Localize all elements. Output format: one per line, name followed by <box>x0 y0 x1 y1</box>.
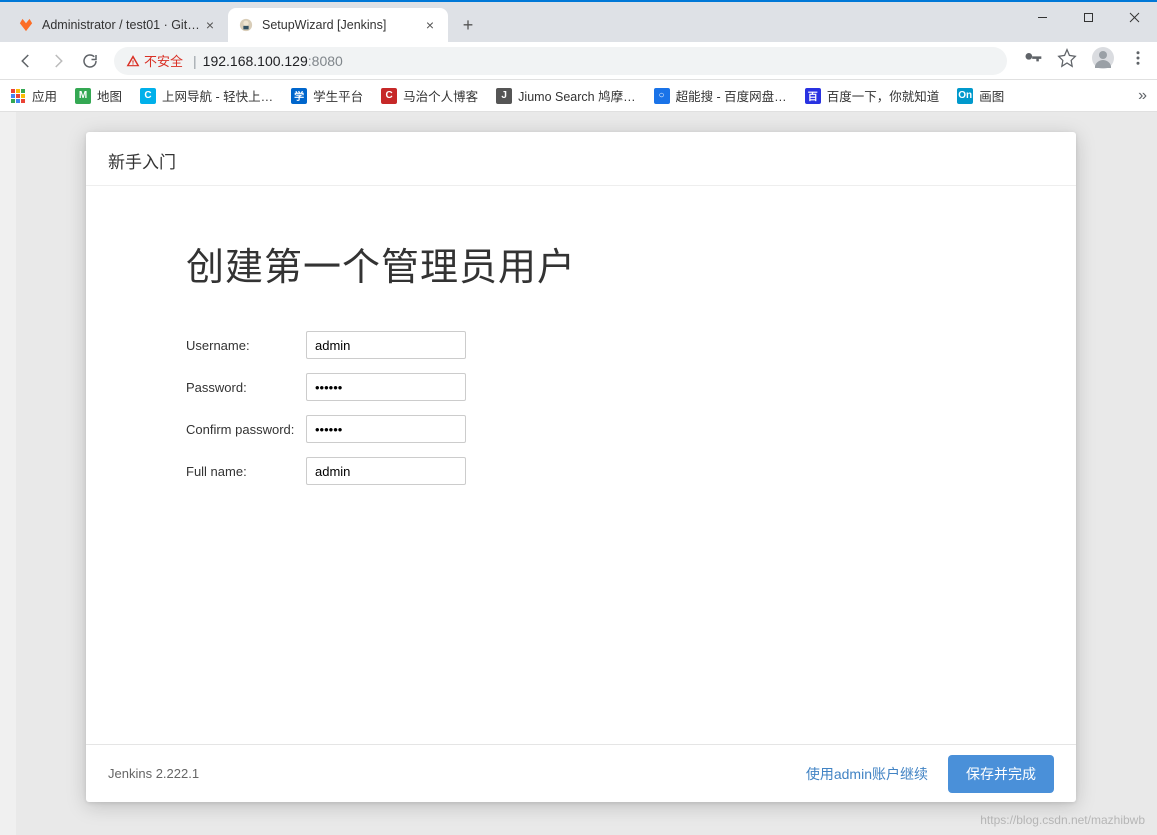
jenkins-icon <box>238 17 254 33</box>
bookmark-item[interactable]: M地图 <box>75 86 122 105</box>
modal-body: 创建第一个管理员用户 Username: Password: Confirm p… <box>86 186 1076 744</box>
address-bar: 不安全 | 192.168.100.129:8080 <box>0 42 1157 80</box>
bookmark-item[interactable]: C马治个人博客 <box>381 86 478 105</box>
bookmark-item[interactable]: C上网导航 - 轻快上… <box>140 86 273 105</box>
bookmarks-bar: 应用 M地图 C上网导航 - 轻快上… 学学生平台 C马治个人博客 JJiumo… <box>0 80 1157 112</box>
tab-jenkins[interactable]: SetupWizard [Jenkins] × <box>228 8 448 42</box>
fullname-label: Full name: <box>186 464 306 479</box>
key-icon[interactable] <box>1023 48 1043 73</box>
bookmark-item[interactable]: 百百度一下，你就知道 <box>805 86 940 105</box>
baidu-icon: 百 <box>805 88 821 104</box>
menu-icon[interactable] <box>1129 49 1147 72</box>
save-and-finish-button[interactable]: 保存并完成 <box>948 755 1054 793</box>
username-label: Username: <box>186 338 306 353</box>
tab-title: SetupWizard [Jenkins] <box>262 18 422 32</box>
omnibox[interactable]: 不安全 | 192.168.100.129:8080 <box>114 47 1007 75</box>
apps-icon <box>10 88 26 104</box>
map-icon: M <box>75 88 91 104</box>
modal-footer: Jenkins 2.222.1 使用admin账户继续 保存并完成 <box>86 744 1076 802</box>
bookmark-item[interactable]: 学学生平台 <box>291 86 363 105</box>
password-input[interactable] <box>306 373 466 401</box>
fullname-input[interactable] <box>306 457 466 485</box>
page-title: 创建第一个管理员用户 <box>186 236 976 291</box>
bookmarks-overflow-icon[interactable]: » <box>1138 87 1147 105</box>
star-icon[interactable] <box>1057 48 1077 73</box>
url-text: 192.168.100.129:8080 <box>203 53 343 69</box>
tab-gitlab[interactable]: Administrator / test01 · GitLab × <box>8 8 228 42</box>
page-content: 新手入门 创建第一个管理员用户 Username: Password: Conf… <box>16 112 1157 835</box>
gitlab-icon <box>18 17 34 33</box>
window-minimize-button[interactable] <box>1019 2 1065 32</box>
window-maximize-button[interactable] <box>1065 2 1111 32</box>
close-icon[interactable]: × <box>422 17 438 33</box>
new-tab-button[interactable]: + <box>454 11 482 39</box>
continue-as-admin-link[interactable]: 使用admin账户继续 <box>806 764 928 784</box>
nav-icon: C <box>140 88 156 104</box>
insecure-warning: 不安全 <box>126 51 183 70</box>
confirm-password-input[interactable] <box>306 415 466 443</box>
close-icon[interactable]: × <box>202 17 218 33</box>
tab-strip: Administrator / test01 · GitLab × SetupW… <box>0 2 1157 42</box>
setup-wizard-modal: 新手入门 创建第一个管理员用户 Username: Password: Conf… <box>86 132 1076 802</box>
blog-icon: C <box>381 88 397 104</box>
back-button[interactable] <box>10 45 42 77</box>
reload-button[interactable] <box>74 45 106 77</box>
bookmark-item[interactable]: ○超能搜 - 百度网盘… <box>654 86 787 105</box>
jenkins-version: Jenkins 2.222.1 <box>108 766 199 781</box>
student-icon: 学 <box>291 88 307 104</box>
bookmark-apps[interactable]: 应用 <box>10 86 57 105</box>
paint-icon: On <box>957 88 973 104</box>
modal-header: 新手入门 <box>86 132 1076 186</box>
bookmark-item[interactable]: On画图 <box>957 86 1004 105</box>
tab-title: Administrator / test01 · GitLab <box>42 18 202 32</box>
window-close-button[interactable] <box>1111 2 1157 32</box>
bookmark-item[interactable]: JJiumo Search 鸠摩… <box>496 86 635 105</box>
forward-button[interactable] <box>42 45 74 77</box>
jiumo-icon: J <box>496 88 512 104</box>
username-input[interactable] <box>306 331 466 359</box>
confirm-password-label: Confirm password: <box>186 422 306 437</box>
password-label: Password: <box>186 380 306 395</box>
avatar-icon[interactable] <box>1091 46 1115 75</box>
watermark: https://blog.csdn.net/mazhibwb <box>980 813 1145 827</box>
search-icon: ○ <box>654 88 670 104</box>
